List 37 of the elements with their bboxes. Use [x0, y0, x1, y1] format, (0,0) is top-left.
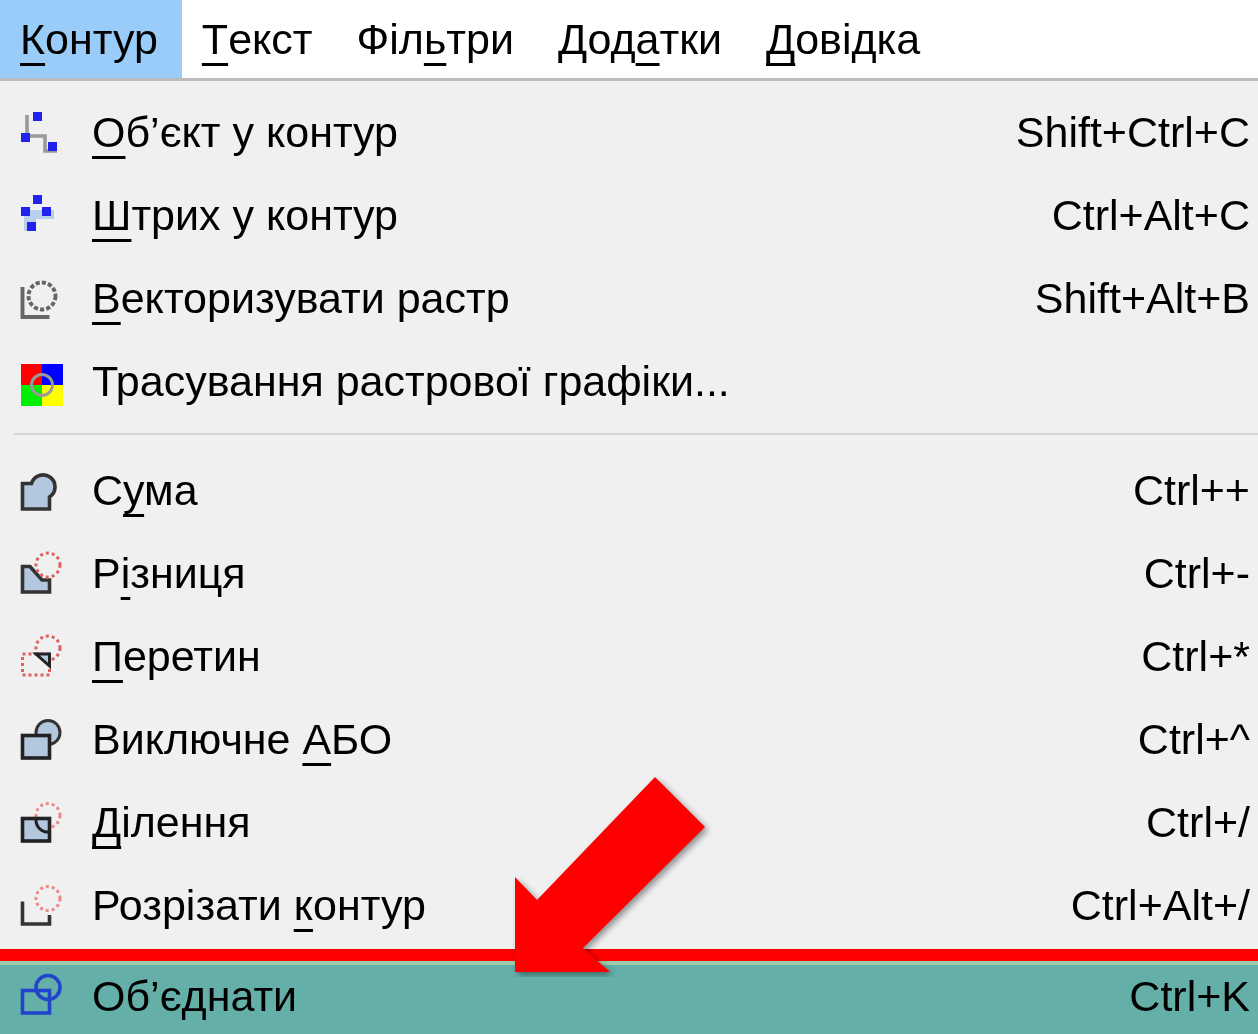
shortcut-label: Ctrl+Alt+C [1051, 191, 1250, 240]
shortcut-label: Shift+Ctrl+C [1015, 108, 1250, 157]
menu-item[interactable]: Різниця Ctrl+- [0, 532, 1258, 615]
menu-item[interactable]: Перетин Ctrl+* [0, 615, 1258, 698]
menu-item-label: Об’єднати [92, 971, 298, 1021]
menu-item[interactable]: Ділення Ctrl+/ [0, 781, 1258, 864]
menu-item-label: Об’єкт у контур [92, 108, 399, 157]
shortcut-label: Ctrl+K [1129, 971, 1250, 1021]
menu-item-label: Розрізати контур [92, 881, 426, 930]
menu-item[interactable]: Трасування растрової графіки... [0, 340, 1258, 423]
menu-item[interactable]: Векторизувати растр Shift+Alt+B [0, 257, 1258, 340]
menu-item-label: Сума [92, 466, 198, 515]
shortcut-label: Ctrl+^ [1137, 715, 1250, 764]
menu-item[interactable]: Сума Ctrl++ [0, 449, 1258, 532]
shortcut-label: Shift+Alt+B [1034, 274, 1250, 323]
menu-title[interactable]: Контур [0, 0, 182, 78]
shortcut-label: Ctrl+- [1143, 549, 1250, 598]
menu-item-label: Векторизувати растр [92, 274, 510, 323]
menu-item[interactable]: Розрізати контур Ctrl+Alt+/ [0, 864, 1258, 947]
menu-title[interactable]: Фільтри [336, 0, 538, 78]
menu-title[interactable]: Довідка [746, 0, 945, 78]
menu-item-label: Ділення [92, 798, 251, 847]
menu-title[interactable]: Додатки [537, 0, 747, 78]
shortcut-label: Ctrl+Alt+/ [1070, 881, 1250, 930]
menu-item[interactable]: Виключне АБО Ctrl+^ [0, 698, 1258, 781]
menu-item[interactable]: Штрих у контур Ctrl+Alt+C [0, 174, 1258, 257]
menu-item-label: Перетин [92, 632, 261, 681]
menu-item[interactable]: Об’єднати Ctrl+K [0, 949, 1258, 1034]
shortcut-label: Ctrl+/ [1146, 798, 1250, 847]
shortcut-label: Ctrl++ [1132, 466, 1250, 515]
menu-item-label: Виключне АБО [92, 715, 393, 764]
shortcut-label: Ctrl+* [1141, 632, 1250, 681]
menu-item[interactable]: Об’єкт у контур Shift+Ctrl+C [0, 91, 1258, 174]
menu-item-label: Трасування растрової графіки... [92, 357, 730, 406]
menu-item-label: Різниця [92, 549, 246, 598]
menu-title[interactable]: Текст [181, 0, 337, 78]
menu-item-label: Штрих у контур [92, 191, 398, 240]
